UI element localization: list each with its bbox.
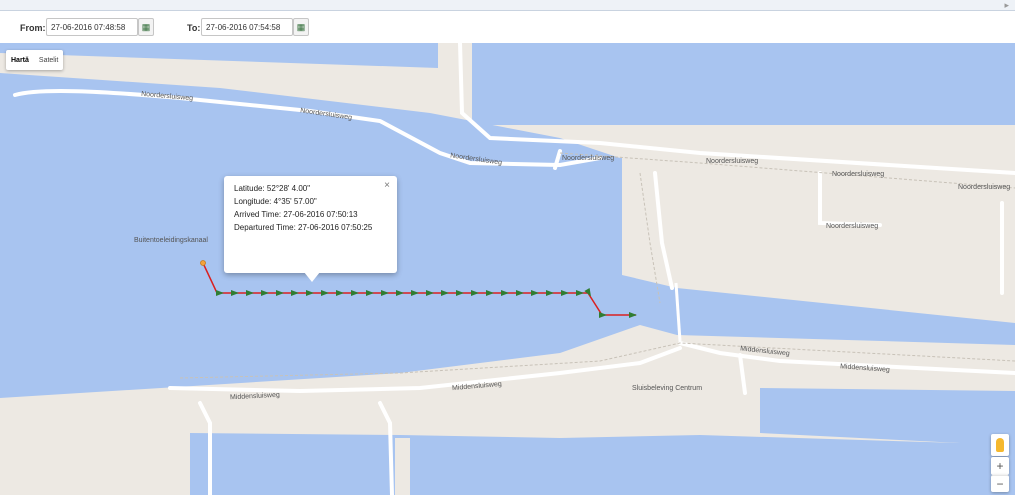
route-arrow-marker[interactable] xyxy=(471,290,479,296)
water-north-basin xyxy=(472,43,1015,125)
route-arrow-marker[interactable] xyxy=(599,312,607,318)
route-arrow-marker[interactable] xyxy=(441,290,449,296)
info-window-pointer xyxy=(304,272,320,282)
to-date-input[interactable] xyxy=(201,18,293,36)
route-arrow-marker[interactable] xyxy=(261,290,269,296)
calendar-icon: ▦ xyxy=(141,21,151,32)
map-base xyxy=(0,43,1015,495)
water-label-buitenkanaal: Buitentoeleidingskanaal xyxy=(134,237,208,244)
route-arrow-marker[interactable] xyxy=(486,290,494,296)
date-filter-bar: From: ▦ To: ▦ xyxy=(0,11,1015,43)
poi-label-sluisbeleving: Sluisbeleving Centrum xyxy=(632,385,703,392)
land-south-divider xyxy=(395,438,410,495)
water-south xyxy=(190,433,960,495)
land-south-left xyxy=(0,393,190,495)
road-label-noordersluisweg: Noordersluisweg xyxy=(832,171,885,178)
route-arrow-marker[interactable] xyxy=(576,290,584,296)
info-arrived-time: Arrived Time: 27-06-2016 07:50:13 xyxy=(234,210,358,219)
from-calendar-button[interactable]: ▦ xyxy=(138,18,154,36)
route-arrow-marker[interactable] xyxy=(516,290,524,296)
tab-scroll-icon: ▸ xyxy=(1004,0,1009,10)
route-arrow-marker[interactable] xyxy=(231,290,239,296)
route-arrow-marker[interactable] xyxy=(306,290,314,296)
route-start-marker xyxy=(200,260,206,266)
zoom-out-button[interactable]: − xyxy=(991,475,1009,492)
map-type-map-button[interactable]: Hartă xyxy=(6,50,34,70)
route-arrow-marker[interactable] xyxy=(366,290,374,296)
map-type-control: Hartă Satelit xyxy=(6,50,64,70)
window-top-strip: ▸ xyxy=(0,0,1015,11)
route-arrow-marker[interactable] xyxy=(291,290,299,296)
info-departed-time: Departured Time: 27-06-2016 07:50:25 xyxy=(234,223,373,232)
route-arrow-marker[interactable] xyxy=(411,290,419,296)
route-arrow-marker[interactable] xyxy=(351,290,359,296)
info-latitude: Latitude: 52°28' 4.00" xyxy=(234,184,311,193)
road-label-noordersluisweg: Noordersluisweg xyxy=(826,223,879,230)
route-arrow-marker[interactable] xyxy=(501,290,509,296)
to-label: To: xyxy=(187,23,201,33)
plus-icon: + xyxy=(996,459,1004,473)
route-arrow-marker[interactable] xyxy=(336,290,344,296)
route-arrow-marker[interactable] xyxy=(629,312,637,318)
lock-gate xyxy=(674,282,682,342)
route-arrow-marker[interactable] xyxy=(561,290,569,296)
to-calendar-button[interactable]: ▦ xyxy=(293,18,309,36)
road-label-noordersluisweg: Noordersluisweg xyxy=(562,155,615,162)
from-label: From: xyxy=(20,23,46,33)
info-longitude: Longitude: 4°35' 57.00" xyxy=(234,197,317,206)
route-arrow-marker[interactable] xyxy=(396,290,404,296)
location-info-window: × Latitude: 52°28' 4.00" Longitude: 4°35… xyxy=(224,176,397,282)
route-arrow-marker[interactable] xyxy=(456,290,464,296)
route-arrow-marker[interactable] xyxy=(546,290,554,296)
road-label-noordersluisweg: Noordersluisweg xyxy=(706,158,759,165)
zoom-in-button[interactable]: + xyxy=(991,457,1009,475)
route-arrow-marker[interactable] xyxy=(246,290,254,296)
map-canvas[interactable]: Hartă Satelit Noordersluisweg Noorderslu… xyxy=(0,43,1015,495)
route-arrow-marker[interactable] xyxy=(276,290,284,296)
street-view-pegman-button[interactable] xyxy=(991,434,1009,456)
from-date-input[interactable] xyxy=(46,18,138,36)
pegman-icon xyxy=(996,438,1004,452)
road-label-noordersluisweg: Noordersluisweg xyxy=(958,184,1011,191)
close-icon[interactable]: × xyxy=(384,180,390,191)
minus-icon: − xyxy=(996,477,1004,491)
route-arrow-marker[interactable] xyxy=(216,290,224,296)
route-arrow-marker[interactable] xyxy=(381,290,389,296)
route-arrow-marker[interactable] xyxy=(426,290,434,296)
calendar-icon: ▦ xyxy=(296,21,306,32)
route-arrow-marker[interactable] xyxy=(321,290,329,296)
route-arrow-marker[interactable] xyxy=(531,290,539,296)
map-type-satellite-button[interactable]: Satelit xyxy=(34,50,63,70)
